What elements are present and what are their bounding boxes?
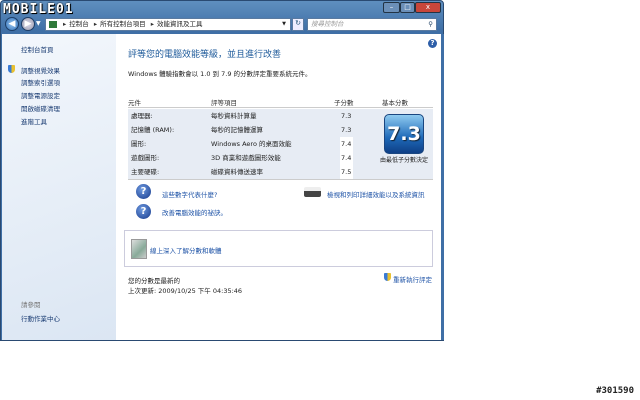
component: 遊戲圖形: [131,154,160,162]
online-info-box: 線上深入了解分數和軟體 [124,230,433,267]
table-row: 圖形: Windows Aero 的桌面效能 7.4 [128,137,351,151]
rating: 每秒資料計算量 [211,112,257,120]
help-question-icon: ? [136,184,151,199]
title-bar: MOBILE01 – □ x [1,1,443,17]
base-score-badge: 7.3 [384,114,424,154]
sidebar-item-indexing[interactable]: 調整索引選項 [21,77,60,87]
search-icon[interactable]: ⚲ [428,19,433,30]
header-subscore: 子分數 [334,99,354,107]
see-also-label: 請參閱 [21,301,41,309]
sidebar-item-advanced-tools[interactable]: 進階工具 [21,116,47,126]
table-row: 遊戲圖形: 3D 商業和遊戲圖形效能 7.4 [128,151,351,165]
address-bar-area: ◀ ▶ ▼ ▸ 控制台 ▸ 所有控制台項目 ▸ 效能資訊及工具 ▼ ↻ 搜尋控制台 ⚲ [1,15,443,34]
subscore: 7.4 [341,154,352,162]
shield-icon [384,273,391,281]
forward-button[interactable]: ▶ [21,17,35,31]
page-title: 評等您的電腦效能等級，並且進行改善 [128,50,282,60]
breadcrumb[interactable]: ▸ 控制台 ▸ 所有控制台項目 ▸ 效能資訊及工具 ▼ [45,18,291,31]
subscore: 7.4 [341,140,352,148]
table-row: 主要硬碟: 磁碟資料傳送速率 7.5 [128,165,351,179]
recent-pages-chevron-icon[interactable]: ▼ [36,20,41,27]
window-right-border [441,34,444,340]
help-icon[interactable]: ? [428,39,437,48]
score-status: 您的分數是最新的 [128,277,180,285]
rating: 每秒的記憶體運算 [211,126,263,134]
component: 記憶體 (RAM): [131,126,175,134]
subscore: 7.3 [341,126,352,134]
search-placeholder: 搜尋控制台 [311,20,344,28]
base-score-caption: 由最低子分數決定 [379,157,428,164]
minimize-button[interactable]: – [383,2,400,13]
search-input[interactable]: 搜尋控制台 ⚲ [307,18,437,31]
sidebar-item-power[interactable]: 調整電源設定 [21,90,60,100]
header-component: 元件 [128,99,141,107]
back-button[interactable]: ◀ [5,17,19,31]
sidebar: 控制台首頁 調整視覺效果 調整索引選項 調整電源設定 開啟磁碟清理 進階工具 請… [2,34,116,340]
print-details-link[interactable]: 檢視和列印詳細效能以及系統資訊 [327,189,425,199]
rerun-assessment-link[interactable]: 重新執行評定 [393,274,432,284]
control-panel-icon [49,21,57,28]
component: 圖形: [131,140,147,148]
printer-icon [304,187,321,197]
learn-online-link[interactable]: 線上深入了解分數和軟體 [150,245,222,255]
last-update: 上次更新: 2009/10/25 下午 04:35:46 [128,287,243,295]
table-row: 記憶體 (RAM): 每秒的記憶體運算 7.3 [128,123,353,137]
header-rating: 評等項目 [211,99,237,107]
image-id-watermark: #301590 [596,386,634,396]
component: 主要硬碟: [131,168,160,176]
breadcrumb-item[interactable]: 控制台 [69,20,89,28]
main-content: ? 評等您的電腦效能等級，並且進行改善 Windows 體驗指數會以 1.0 到… [116,34,441,340]
sidebar-item-disk-cleanup[interactable]: 開啟磁碟清理 [21,103,60,113]
table-row: 處理器: 每秒資料計算量 7.3 [128,109,353,123]
software-box-icon [131,239,147,259]
maximize-button[interactable]: □ [400,2,415,13]
subscore: 7.3 [341,112,352,120]
refresh-button[interactable]: ↻ [292,18,304,31]
subscore: 7.5 [341,168,352,176]
breadcrumb-item[interactable]: 所有控制台項目 [100,20,146,28]
header-base-score: 基本分數 [382,99,408,107]
help-question-icon: ? [136,204,151,219]
sidebar-item-action-center[interactable]: 行動作業中心 [21,313,60,323]
sidebar-item-visual-effects[interactable]: 調整視覺效果 [21,65,60,75]
shield-icon [8,65,15,73]
what-numbers-mean-link[interactable]: 這些數字代表什麼? [162,189,217,199]
dropdown-chevron-icon[interactable]: ▼ [282,19,286,30]
window: MOBILE01 – □ x ◀ ▶ ▼ ▸ 控制台 ▸ 所有控制台項目 ▸ 效能資訊… [0,0,444,341]
performance-tips-link[interactable]: 改善電腦效能的祕訣。 [162,207,227,217]
breadcrumb-item[interactable]: 效能資訊及工具 [157,20,203,28]
rating: 磁碟資料傳送速率 [211,168,263,176]
rating: Windows Aero 的桌面效能 [211,140,292,148]
component: 處理器: [131,112,153,120]
rating: 3D 商業和遊戲圖形效能 [211,154,281,162]
page-subtitle: Windows 體驗指數會以 1.0 到 7.9 的分數評定重要系統元件。 [128,70,312,78]
close-button[interactable]: x [415,2,441,13]
sidebar-home-link[interactable]: 控制台首頁 [21,44,54,54]
